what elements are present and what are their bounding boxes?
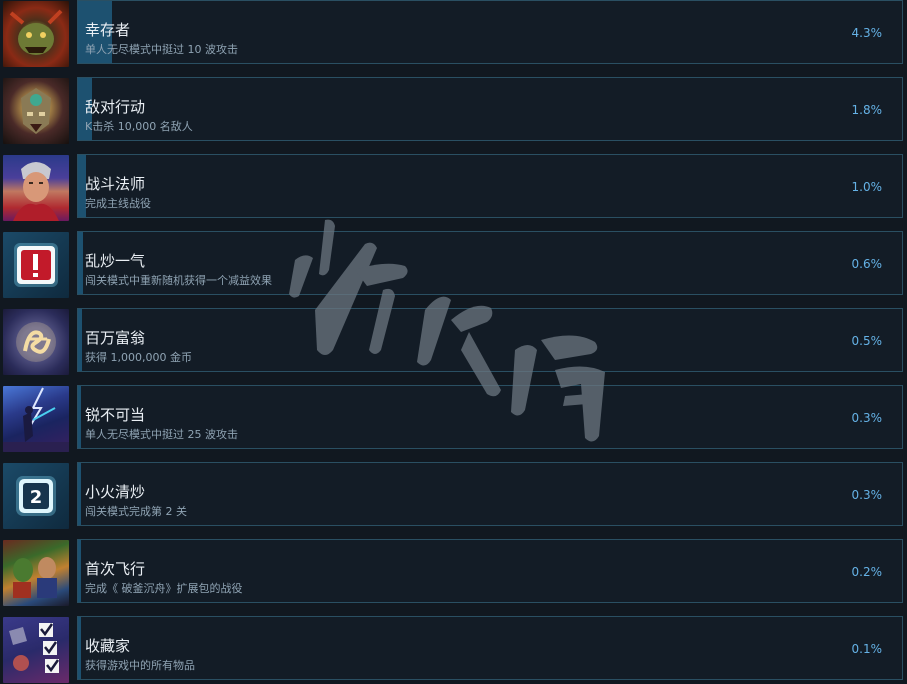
progress-fill	[78, 540, 81, 602]
achievement-title: 百万富翁	[85, 329, 146, 347]
achievement-title: 战斗法师	[85, 175, 146, 193]
gold-coin-icon	[3, 309, 69, 375]
achievement-row: 战斗法师 完成主线战役 1.0%	[0, 154, 907, 222]
achievement-row: 乱炒一气 闯关模式中重新随机获得一个减益效果 0.6%	[0, 231, 907, 299]
achievement-title: 首次飞行	[85, 560, 146, 578]
achievement-row: 锐不可当 单人无尽模式中挺过 25 波攻击 0.3%	[0, 385, 907, 453]
achievement-title: 幸存者	[85, 21, 131, 39]
progress-fill	[78, 232, 83, 294]
exclamation-card-icon	[3, 232, 69, 298]
achievement-description: 完成主线战役	[85, 197, 151, 210]
hero-portrait-icon	[3, 155, 69, 221]
achievement-title: 乱炒一气	[85, 252, 146, 270]
goblin-portrait-icon	[3, 1, 69, 67]
achievement-row: 敌对行动 K击杀 10,000 名敌人 1.8%	[0, 77, 907, 145]
achievement-card[interactable]: 战斗法师 完成主线战役 1.0%	[77, 154, 903, 218]
achievement-description: K击杀 10,000 名敌人	[85, 120, 193, 133]
achievement-row: 首次飞行 完成《 破釜沉舟》扩展包的战役 0.2%	[0, 539, 907, 607]
achievement-description: 完成《 破釜沉舟》扩展包的战役	[85, 582, 243, 595]
achievement-description: 单人无尽模式中挺过 25 波攻击	[85, 428, 238, 441]
unlock-percentage: 1.8%	[851, 103, 883, 117]
achievement-row: 收藏家 获得游戏中的所有物品 0.1%	[0, 616, 907, 684]
progress-fill	[78, 463, 81, 525]
achievement-description: 单人无尽模式中挺过 10 波攻击	[85, 43, 238, 56]
achievement-description: 获得 1,000,000 金币	[85, 351, 192, 364]
progress-fill	[78, 617, 81, 679]
achievement-card[interactable]: 首次飞行 完成《 破釜沉舟》扩展包的战役 0.2%	[77, 539, 903, 603]
achievement-description: 闯关模式完成第 2 关	[85, 505, 187, 518]
achievement-title: 敌对行动	[85, 98, 146, 116]
flight-scene-icon	[3, 540, 69, 606]
achievement-card[interactable]: 小火清炒 闯关模式完成第 2 关 0.3%	[77, 462, 903, 526]
achievement-list: 幸存者 单人无尽模式中挺过 10 波攻击 4.3% 敌对行动 K击杀 10,00…	[0, 0, 907, 684]
achievement-description: 闯关模式中重新随机获得一个减益效果	[85, 274, 272, 287]
achievement-card[interactable]: 敌对行动 K击杀 10,000 名敌人 1.8%	[77, 77, 903, 141]
achievement-card[interactable]: 百万富翁 获得 1,000,000 金币 0.5%	[77, 308, 903, 372]
unlock-percentage: 0.3%	[851, 488, 883, 502]
achievement-row: 2 小火清炒 闯关模式完成第 2 关 0.3%	[0, 462, 907, 530]
achievement-card[interactable]: 锐不可当 单人无尽模式中挺过 25 波攻击 0.3%	[77, 385, 903, 449]
unlock-percentage: 1.0%	[851, 180, 883, 194]
achievement-description: 获得游戏中的所有物品	[85, 659, 195, 672]
achievement-title: 锐不可当	[85, 406, 146, 424]
achievement-row: 百万富翁 获得 1,000,000 金币 0.5%	[0, 308, 907, 376]
achievement-card[interactable]: 幸存者 单人无尽模式中挺过 10 波攻击 4.3%	[77, 0, 903, 64]
unlock-percentage: 0.5%	[851, 334, 883, 348]
achievement-title: 小火清炒	[85, 483, 146, 501]
unlock-percentage: 0.6%	[851, 257, 883, 271]
progress-fill	[78, 309, 82, 371]
unlock-percentage: 4.3%	[851, 26, 883, 40]
unlock-percentage: 0.3%	[851, 411, 883, 425]
achievement-card[interactable]: 乱炒一气 闯关模式中重新随机获得一个减益效果 0.6%	[77, 231, 903, 295]
achievement-row: 幸存者 单人无尽模式中挺过 10 波攻击 4.3%	[0, 0, 907, 68]
svg-text:2: 2	[30, 487, 43, 508]
masked-warrior-icon	[3, 78, 69, 144]
unlock-percentage: 0.2%	[851, 565, 883, 579]
achievement-card[interactable]: 收藏家 获得游戏中的所有物品 0.1%	[77, 616, 903, 680]
progress-fill	[78, 386, 81, 448]
unlock-percentage: 0.1%	[851, 642, 883, 656]
storm-battle-icon	[3, 386, 69, 452]
achievement-title: 收藏家	[85, 637, 131, 655]
number-two-icon: 2	[3, 463, 69, 529]
checklist-icon	[3, 617, 69, 683]
